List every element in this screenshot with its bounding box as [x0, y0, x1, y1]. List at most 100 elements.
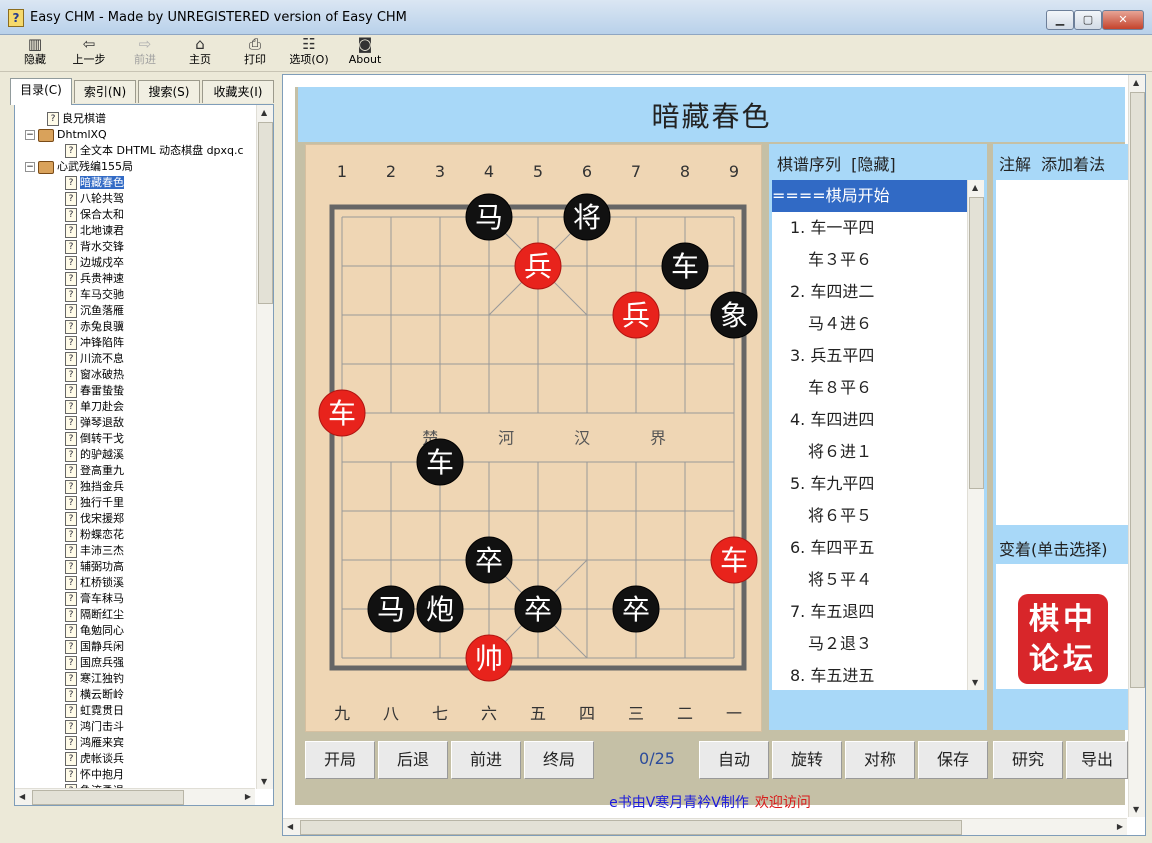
scroll-down-icon[interactable]: ▼	[1133, 805, 1139, 814]
tab-contents[interactable]: 目录(C)	[10, 78, 72, 105]
move-item[interactable]: 8. 车五进五	[772, 660, 984, 690]
tree-group-xinwu[interactable]: − 心武残编155局	[25, 159, 133, 175]
end-button[interactable]: 终局	[524, 741, 594, 779]
tree-item[interactable]: ? 杠桥锁溪	[65, 575, 124, 591]
move-item[interactable]: 4. 车四进四	[772, 404, 984, 436]
footer-welcome-link[interactable]: 欢迎访问	[755, 795, 811, 811]
move-list[interactable]: ====棋局开始 1. 车一平四 车３平６ 2. 车四进二 马４进６ 3. 兵五平四 车８平…	[772, 180, 984, 690]
variation-body[interactable]: 棋中 论坛	[996, 564, 1133, 689]
scroll-thumb[interactable]	[969, 197, 984, 489]
tree-item[interactable]: ? 鸿门击斗	[65, 719, 124, 735]
content-horizontal-scrollbar[interactable]: ◀ ▶	[283, 818, 1127, 835]
move-item[interactable]: 马４进６	[772, 308, 984, 340]
tree-vertical-scrollbar[interactable]: ▲ ▼	[256, 105, 273, 789]
scroll-left-icon[interactable]: ◀	[287, 822, 293, 831]
tree-item[interactable]: ? 边城戍卒	[65, 255, 124, 271]
scroll-right-icon[interactable]: ▶	[1117, 822, 1123, 831]
tree-item[interactable]: ? 登高重九	[65, 463, 124, 479]
tree-item[interactable]: ? 北地谏君	[65, 223, 124, 239]
tree-item[interactable]: ? 单刀赴会	[65, 399, 124, 415]
tree-item[interactable]: ? 丰沛三杰	[65, 543, 124, 559]
move-item[interactable]: 7. 车五退四	[772, 596, 984, 628]
scroll-left-icon[interactable]: ◀	[19, 792, 25, 801]
move-item[interactable]: 3. 兵五平四	[772, 340, 984, 372]
tree-item[interactable]: ? 横云断岭	[65, 687, 124, 703]
hide-button[interactable]: ▥ 隐藏	[10, 35, 60, 71]
close-button[interactable]: ✕	[1102, 10, 1144, 30]
minimize-button[interactable]: ▁	[1046, 10, 1074, 30]
options-button[interactable]: ☷ 选项(O)	[284, 35, 334, 71]
annotation-body[interactable]	[996, 180, 1133, 525]
tree-item[interactable]: ? 国静兵闲	[65, 639, 124, 655]
move-item[interactable]: 1. 车一平四	[772, 212, 984, 244]
print-button[interactable]: ⎙ 打印	[230, 35, 280, 71]
content-vertical-scrollbar[interactable]: ▲ ▼	[1128, 75, 1145, 817]
step-forward-button[interactable]: 前进	[451, 741, 521, 779]
forward-button[interactable]: ⇨ 前进	[120, 35, 170, 71]
tree-horizontal-scrollbar[interactable]: ◀ ▶	[15, 788, 255, 805]
tree-item[interactable]: ? 八轮共驾	[65, 191, 124, 207]
move-item-start[interactable]: ====棋局开始	[772, 180, 968, 212]
scroll-thumb[interactable]	[300, 820, 962, 835]
tree-item[interactable]: ? 伐宋援郑	[65, 511, 124, 527]
tree-item[interactable]: ? 龟勉同心	[65, 623, 124, 639]
tree-item[interactable]: ? 国庶兵强	[65, 655, 124, 671]
contents-tree[interactable]: ? 良兄棋谱 − DhtmlXQ ? 全文本 DHTML 动态棋盘 dpxq.c − 心…	[14, 104, 274, 806]
tree-item[interactable]: ? 独行千里	[65, 495, 124, 511]
tree-item[interactable]: ? 车马交驰	[65, 287, 124, 303]
tab-search[interactable]: 搜索(S)	[138, 80, 200, 103]
move-list-scrollbar[interactable]: ▲ ▼	[967, 180, 984, 690]
move-item[interactable]: 5. 车九平四	[772, 468, 984, 500]
tree-item[interactable]: ? 春雷蛰蛰	[65, 383, 124, 399]
tab-favorites[interactable]: 收藏夹(I)	[202, 80, 274, 103]
start-button[interactable]: 开局	[305, 741, 375, 779]
tree-item[interactable]: ? 虎帐谈兵	[65, 751, 124, 767]
tree-item-dhtml[interactable]: ? 全文本 DHTML 动态棋盘 dpxq.c	[65, 143, 244, 159]
scroll-thumb[interactable]	[258, 122, 273, 304]
scroll-up-icon[interactable]: ▲	[1133, 78, 1139, 87]
sequence-title[interactable]: 棋谱序列 [隐藏]	[777, 151, 896, 175]
tree-item[interactable]: ? 川流不息	[65, 351, 124, 367]
board-canvas[interactable]: 1 2 3 4 5 6 7 8 9九八七六五四三二一楚河汉界马 将兵 车兵 象车车卒 车马炮卒卒帅	[306, 145, 761, 731]
scroll-down-icon[interactable]: ▼	[972, 678, 978, 687]
rotate-button[interactable]: 旋转	[772, 741, 842, 779]
tree-item[interactable]: ? 膏车秣马	[65, 591, 124, 607]
export-button[interactable]: 导出	[1066, 741, 1128, 779]
move-item[interactable]: 将６进１	[772, 436, 984, 468]
collapse-icon[interactable]: −	[25, 130, 35, 140]
tree-item[interactable]: ? 鸿雁来宾	[65, 735, 124, 751]
move-item[interactable]: 车８平６	[772, 372, 984, 404]
tree-item[interactable]: ? 赤兔良骥	[65, 319, 124, 335]
move-item[interactable]: 马２退３	[772, 628, 984, 660]
tree-item[interactable]: ? 怀中抱月	[65, 767, 124, 783]
collapse-icon[interactable]: −	[25, 162, 35, 172]
back-button[interactable]: ⇦ 上一步	[64, 35, 114, 71]
move-item[interactable]: 车３平６	[772, 244, 984, 276]
chess-board[interactable]: 123456789九八七六五四三二一楚河汉界马将兵车兵象车车卒车马炮卒卒帅	[305, 144, 762, 732]
tree-item[interactable]: ? 虹霓贯日	[65, 703, 124, 719]
tree-item[interactable]: ? 粉蝶恋花	[65, 527, 124, 543]
tree-item[interactable]: ? 暗藏春色	[65, 175, 124, 191]
tree-item[interactable]: ? 保合太和	[65, 207, 124, 223]
auto-play-button[interactable]: 自动	[699, 741, 769, 779]
tree-item[interactable]: ? 隔断红尘	[65, 607, 124, 623]
step-back-button[interactable]: 后退	[378, 741, 448, 779]
maximize-button[interactable]: ▢	[1074, 10, 1102, 30]
scroll-up-icon[interactable]: ▲	[972, 183, 978, 192]
tree-item[interactable]: ? 兵贵神速	[65, 271, 124, 287]
tree-item[interactable]: ? 辅弼功高	[65, 559, 124, 575]
tree-item[interactable]: ? 弹琴退敌	[65, 415, 124, 431]
move-item[interactable]: 6. 车四平五	[772, 532, 984, 564]
tree-item-root[interactable]: ? 良兄棋谱	[47, 111, 106, 127]
tree-group-dhtmlxq[interactable]: − DhtmlXQ	[25, 127, 107, 143]
move-item[interactable]: 将５平４	[772, 564, 984, 596]
scroll-thumb[interactable]	[1130, 92, 1145, 688]
home-button[interactable]: ⌂ 主页	[175, 35, 225, 71]
scroll-down-icon[interactable]: ▼	[261, 777, 267, 786]
study-button[interactable]: 研究	[993, 741, 1063, 779]
tree-item[interactable]: ? 沉鱼落雁	[65, 303, 124, 319]
scroll-thumb[interactable]	[32, 790, 184, 805]
about-button[interactable]: ◙ About	[340, 35, 390, 71]
mirror-button[interactable]: 对称	[845, 741, 915, 779]
scroll-up-icon[interactable]: ▲	[261, 108, 267, 117]
